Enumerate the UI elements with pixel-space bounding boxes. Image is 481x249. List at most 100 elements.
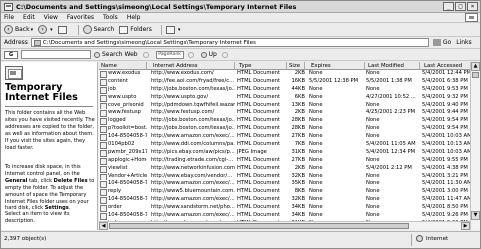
scroll-down-icon[interactable]: ▼ bbox=[471, 211, 480, 220]
table-row[interactable]: content http://fee.aol.com/fryad/free/c..… bbox=[99, 78, 470, 86]
folders-button[interactable]: Folders bbox=[119, 25, 152, 34]
cell-last-modified: 4/27/2001 10:52 ... bbox=[366, 93, 416, 100]
cell-name: applogic+Home... bbox=[99, 157, 147, 165]
table-row[interactable]: reply http://www5.bluemountain.com... HTML… bbox=[99, 188, 470, 197]
cell-last-accessed: 5/4/2001 9:26 PM bbox=[422, 212, 468, 219]
google-icon[interactable]: G bbox=[4, 50, 18, 59]
up-button[interactable] bbox=[57, 25, 69, 34]
cell-size: 28KB bbox=[291, 117, 305, 124]
cell-last-accessed: 5/4/2001 6:38 PM bbox=[422, 77, 468, 84]
column-header-last-modified[interactable]: Last Modified bbox=[366, 62, 420, 70]
table-row[interactable]: 0104pb02 http://www.ddi.com/columns/pa...… bbox=[99, 141, 470, 149]
menu-tools[interactable]: Tools bbox=[103, 14, 118, 21]
cell-size: 13KB bbox=[291, 101, 305, 108]
cell-last-modified: 5/4/2001 12:34 PM bbox=[366, 148, 416, 155]
menu-favorites[interactable]: Favorites bbox=[67, 14, 94, 21]
cell-address: http://www.amazon.com/exec/... bbox=[151, 196, 235, 203]
google-search-input[interactable] bbox=[21, 50, 91, 59]
vertical-scrollbar[interactable]: ▲ ▼ bbox=[470, 62, 480, 230]
column-header-expires[interactable]: Expires bbox=[309, 62, 365, 70]
page-info-button[interactable] bbox=[187, 51, 196, 58]
cell-address: http://www.uspto.gov/ bbox=[151, 93, 209, 100]
column-header-last-accessed[interactable]: Last Accessed bbox=[422, 62, 470, 70]
cell-last-accessed: 5/4/2001 9:44 PM bbox=[422, 109, 468, 116]
table-row[interactable]: job http://jobs.boston.com/texas/jo... HTM… bbox=[99, 86, 470, 94]
table-row[interactable]: www.exodus http://www.exodus.com/HTML Doc… bbox=[99, 70, 470, 78]
search-web-button[interactable]: Search Web bbox=[94, 51, 138, 58]
cell-type: HTML Document bbox=[237, 109, 280, 116]
title-bar[interactable]: C:\Documents and Settings\simeong\Local … bbox=[1, 1, 480, 13]
delete-files-ref: Delete Files bbox=[53, 177, 88, 184]
table-row[interactable]: 104-8504058-7... http://www.amazon.com/ex… bbox=[99, 196, 470, 205]
cell-expires: None bbox=[309, 196, 323, 203]
table-row[interactable]: viewlist http://www.networkinfusion.com..… bbox=[99, 165, 470, 173]
description-paragraph: This folder contains all the Web sites y… bbox=[5, 110, 95, 151]
list-header: Name Internet Address Type Size Expires … bbox=[99, 62, 470, 70]
back-button[interactable]: ‹ Back ▾ bbox=[4, 25, 33, 34]
cell-last-accessed: 5/4/2001 3:21 PM bbox=[422, 172, 468, 179]
views-button[interactable]: ▾ bbox=[165, 25, 180, 34]
cell-last-accessed: 5/4/2001 8:50 PM bbox=[422, 204, 468, 211]
chevron-down-icon: ▾ bbox=[30, 26, 34, 33]
vertical-scroll-thumb[interactable] bbox=[472, 72, 479, 78]
cell-size: 2KB bbox=[294, 109, 305, 116]
cell-type: HTML Document bbox=[237, 93, 280, 100]
cell-address: http://www.amazon.com/exec/... bbox=[151, 212, 235, 219]
cell-address: http://pdmdown.tqwfhifeil.wazan... bbox=[151, 101, 235, 108]
heading-divider bbox=[5, 106, 93, 107]
menu-file[interactable]: File bbox=[4, 14, 14, 21]
scroll-up-icon[interactable]: ▲ bbox=[471, 62, 480, 71]
cell-type: HTML Document bbox=[237, 212, 280, 219]
menu-view[interactable]: View bbox=[44, 14, 58, 21]
table-row[interactable]: 104-8504058-7... http://www.amazon.com/ex… bbox=[99, 133, 470, 142]
column-header-size[interactable]: Size bbox=[287, 62, 305, 70]
table-row[interactable]: www.festusp http://www.festusp.com/HTML D… bbox=[99, 109, 470, 118]
cell-size: 31KB bbox=[291, 148, 305, 155]
column-header-type[interactable]: Type bbox=[237, 62, 287, 70]
search-button[interactable]: Search bbox=[82, 25, 115, 34]
table-row[interactable]: cove_prisonid http://pdmdown.tqwfhifeil.w… bbox=[99, 102, 470, 110]
cell-last-accessed: 5/4/2001 3:00 PM bbox=[422, 188, 468, 195]
table-row[interactable]: Vendor+Article... http://www.ebay.com/ven… bbox=[99, 173, 470, 181]
window-title: C:\Documents and Settings\simeong\Local … bbox=[16, 2, 297, 11]
menu-help[interactable]: Help bbox=[127, 14, 141, 21]
cell-type: HTML Document bbox=[237, 77, 280, 84]
table-row[interactable]: logged http://jobs.boston.com/texas/jo...… bbox=[99, 117, 470, 126]
links-button[interactable]: Links bbox=[456, 39, 471, 46]
search-label: Search bbox=[93, 26, 115, 33]
column-header-address[interactable]: Internet Address bbox=[151, 62, 235, 70]
up-icon bbox=[200, 51, 207, 58]
table-row[interactable]: p?toolkit=bost... http://jobs.boston.com/… bbox=[99, 125, 470, 134]
go-label: Go bbox=[442, 39, 452, 46]
up-level-button[interactable]: Up bbox=[200, 51, 217, 58]
horizontal-scrollbar[interactable]: ◀ ▶ bbox=[99, 221, 470, 230]
column-header-name[interactable]: Name bbox=[99, 62, 147, 70]
cell-type: HTML Document bbox=[237, 156, 280, 163]
scroll-right-icon[interactable]: ▶ bbox=[461, 222, 470, 230]
internet-files-folder-icon bbox=[5, 66, 23, 80]
horizontal-scroll-thumb[interactable] bbox=[109, 223, 409, 229]
table-row[interactable]: pwmbr_209x177 http://pics.ebay.com/aw/pic… bbox=[99, 149, 470, 157]
close-button[interactable]: × bbox=[467, 2, 478, 11]
table-row[interactable]: 104-8504058-7... http://www.amazon.com/ex… bbox=[99, 212, 470, 220]
cell-name: www.festusp bbox=[99, 109, 147, 118]
window-controls: _ □ × bbox=[443, 2, 478, 11]
table-row[interactable]: order http://www.sandstorm.net/pho... HTML… bbox=[99, 204, 470, 213]
cell-type: HTML Document bbox=[237, 125, 280, 132]
cell-expires: None bbox=[309, 109, 323, 116]
go-button[interactable]: Go bbox=[432, 39, 452, 46]
cell-last-accessed: 5/4/2001 9:54 PM bbox=[422, 117, 468, 124]
cell-last-accessed: 5/4/2001 10:03 AM bbox=[422, 148, 470, 155]
table-row[interactable]: applogic+Home... http://trading.etrade.co… bbox=[99, 157, 470, 165]
highlight-button[interactable] bbox=[221, 51, 230, 58]
cell-type: JPEG Image bbox=[237, 148, 267, 155]
search-site-button[interactable] bbox=[142, 51, 151, 58]
menu-edit[interactable]: Edit bbox=[23, 14, 35, 21]
maximize-button[interactable]: □ bbox=[455, 2, 466, 11]
address-field[interactable]: C:\Documents and Settings\simeong\Local … bbox=[30, 38, 429, 47]
scroll-left-icon[interactable]: ◀ bbox=[99, 222, 108, 230]
minimize-button[interactable]: _ bbox=[443, 2, 454, 11]
table-row[interactable]: 104-8504058-7... http://www.amazon.com/ex… bbox=[99, 180, 470, 189]
forward-button[interactable]: › ▾ bbox=[38, 25, 53, 34]
table-row[interactable]: www.uspto http://www.uspto.gov/HTML Docum… bbox=[99, 94, 470, 102]
